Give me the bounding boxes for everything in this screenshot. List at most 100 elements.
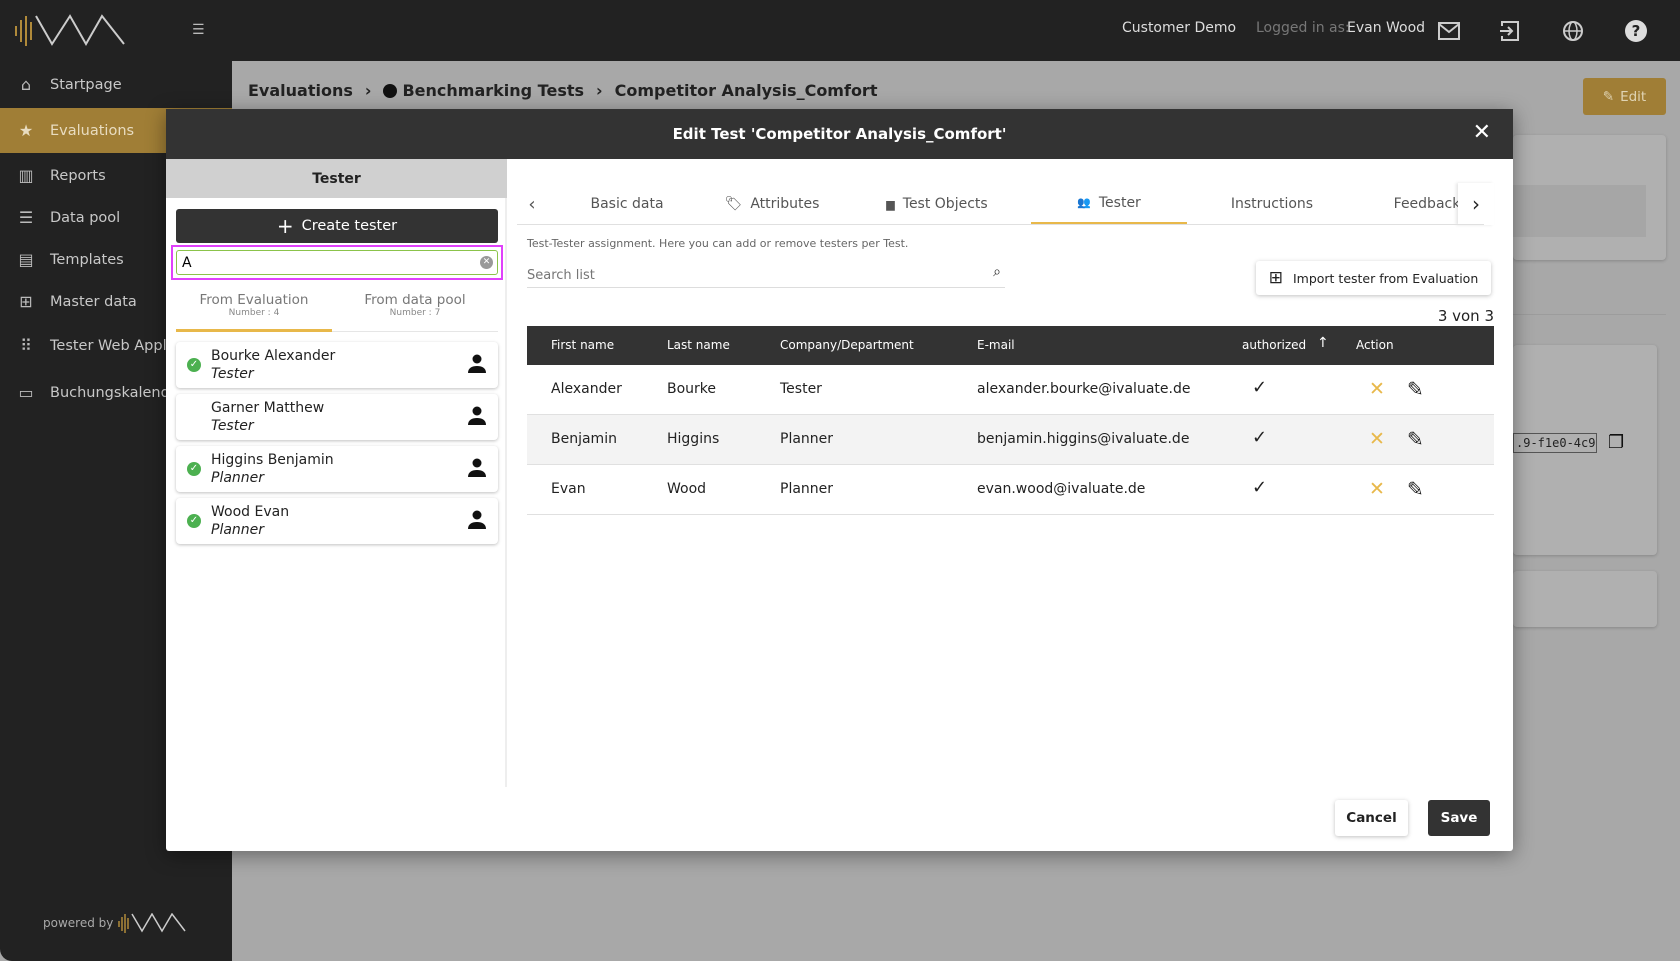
check-circle-icon: ✓ — [187, 358, 201, 372]
breadcrumb-evaluations[interactable]: Evaluations — [248, 81, 353, 100]
remove-icon[interactable]: ✕ — [1369, 428, 1385, 450]
sidebar-item-label: Templates — [50, 252, 124, 268]
logout-icon[interactable] — [1500, 20, 1520, 42]
cancel-button[interactable]: Cancel — [1335, 800, 1408, 836]
car-icon: ▆ — [886, 197, 895, 211]
id-field[interactable]: .9-f1e0-4c94· — [1513, 433, 1597, 453]
tester-card[interactable]: ✓ Bourke Alexander Tester — [176, 342, 498, 388]
check-circle-icon: ✓ — [187, 514, 201, 528]
authorized-check-icon: ✓ — [1252, 477, 1268, 498]
powered-by: powered by — [43, 913, 187, 933]
tabs-next-icon[interactable]: › — [1458, 183, 1494, 225]
pencil-icon[interactable]: ✎ — [1407, 377, 1424, 401]
chevron-right-icon: › — [364, 81, 372, 100]
background-card: .9-f1e0-4c94· ❐ — [1513, 345, 1657, 555]
home-icon: ⌂ — [20, 75, 32, 94]
result-count: 3 von 3 — [1437, 307, 1494, 325]
tester-role: Tester — [211, 418, 254, 434]
tester-panel: Tester +Create tester ✕ From EvaluationN… — [166, 159, 507, 787]
status-dot-icon — [383, 83, 398, 98]
table-cell: Planner — [780, 431, 834, 447]
tab-attributes[interactable]: 🏷 Attributes — [697, 183, 847, 225]
breadcrumb-benchmarking[interactable]: Benchmarking Tests — [383, 81, 584, 100]
tab-basic-data[interactable]: Basic data — [557, 183, 697, 225]
pencil-icon[interactable]: ✎ — [1407, 427, 1424, 451]
tester-panel-header: Tester — [166, 159, 507, 198]
save-button[interactable]: Save — [1428, 800, 1490, 836]
tester-role: Planner — [211, 470, 265, 486]
tab-label: From Evaluation — [199, 292, 309, 308]
table-cell: alexander.bourke@ivaluate.de — [977, 381, 1191, 397]
table-header: First name Last name Company/Department … — [527, 326, 1494, 365]
search-list-input[interactable] — [527, 264, 967, 286]
create-tester-button[interactable]: + Create tester — [176, 209, 498, 243]
tab-label: Test Objects — [902, 196, 988, 212]
sidebar-item-label: Evaluations — [50, 122, 135, 139]
tester-name: Bourke Alexander — [211, 348, 336, 364]
star-icon: ★ — [18, 120, 34, 140]
sidebar-item-label: Reports — [50, 168, 106, 184]
pencil-icon: ✎ — [1602, 88, 1615, 105]
close-icon[interactable]: ✕ — [1473, 120, 1491, 145]
person-icon[interactable] — [468, 510, 486, 530]
mail-icon[interactable] — [1438, 22, 1460, 40]
sort-ascending-icon[interactable]: ↑ — [1317, 335, 1329, 351]
tabs-prev-icon[interactable]: ‹ — [517, 183, 547, 225]
col-action: Action — [1356, 338, 1394, 352]
col-company[interactable]: Company/Department — [780, 338, 914, 352]
col-first-name[interactable]: First name — [551, 338, 614, 352]
tab-count: Number : 7 — [389, 308, 441, 318]
edit-label: Edit — [1620, 88, 1647, 105]
help-icon[interactable]: ? — [1625, 20, 1647, 42]
search-icon[interactable]: ⌕ — [993, 264, 1001, 280]
copy-icon[interactable]: ❐ — [1608, 432, 1624, 453]
import-tester-button[interactable]: ⊞ Import tester from Evaluation — [1256, 261, 1491, 295]
tester-search-input[interactable] — [176, 250, 498, 275]
tester-role: Tester — [211, 366, 254, 382]
tester-card[interactable]: ✓ Wood Evan Planner — [176, 498, 498, 544]
search-focus-outline: ✕ — [171, 245, 503, 280]
collapse-menu-icon[interactable]: ☰ — [192, 22, 210, 38]
col-last-name[interactable]: Last name — [667, 338, 730, 352]
edit-button[interactable]: ✎ Edit — [1583, 78, 1666, 115]
remove-icon[interactable]: ✕ — [1369, 378, 1385, 400]
sidebar-item-startpage[interactable]: ⌂ Startpage — [0, 64, 232, 106]
sidebar-item-label: Buchungskalender — [50, 385, 185, 401]
col-authorized[interactable]: authorized — [1242, 338, 1306, 352]
search-list-field[interactable]: ⌕ — [527, 262, 1005, 288]
person-icon[interactable] — [468, 458, 486, 478]
sidebar-item-label: Startpage — [50, 77, 122, 93]
pencil-icon[interactable]: ✎ — [1407, 477, 1424, 501]
tab-from-data-pool[interactable]: From data pool Number : 7 — [332, 292, 498, 332]
hierarchy-icon: ⊞ — [19, 292, 33, 311]
breadcrumb-label: Benchmarking Tests — [402, 81, 585, 100]
background-card — [1513, 135, 1666, 260]
tab-from-evaluation[interactable]: From Evaluation Number : 4 — [176, 292, 332, 332]
person-icon[interactable] — [468, 406, 486, 426]
tab-count: Number : 4 — [228, 308, 280, 318]
remove-icon[interactable]: ✕ — [1369, 478, 1385, 500]
clear-search-icon[interactable]: ✕ — [480, 256, 493, 269]
person-icon[interactable] — [468, 354, 486, 374]
table-cell: Alexander — [551, 381, 622, 397]
library-add-icon: ⊞ — [1268, 268, 1283, 288]
authorized-check-icon: ✓ — [1252, 427, 1268, 448]
tester-card[interactable]: Garner Matthew Tester — [176, 394, 498, 440]
powered-by-label: powered by — [43, 916, 114, 930]
plus-icon: + — [276, 214, 294, 238]
table-cell: Evan — [551, 481, 586, 497]
tab-instructions[interactable]: Instructions — [1187, 183, 1357, 225]
dialog-header: Edit Test 'Competitor Analysis_Comfort' … — [166, 109, 1513, 159]
table-cell: Planner — [780, 481, 834, 497]
check-circle-icon: ✓ — [187, 462, 201, 476]
tab-label: From data pool — [364, 292, 466, 308]
col-email[interactable]: E-mail — [977, 338, 1015, 352]
people-icon: 👥 — [1077, 196, 1091, 209]
tester-card[interactable]: ✓ Higgins Benjamin Planner — [176, 446, 498, 492]
table-cell: Tester — [780, 381, 822, 397]
tab-test-objects[interactable]: ▆ Test Objects — [847, 183, 1027, 225]
breadcrumb-current: Competitor Analysis_Comfort — [614, 81, 878, 100]
tab-tester[interactable]: 👥 Tester — [1031, 183, 1187, 225]
language-globe-icon[interactable] — [1562, 20, 1584, 42]
customer-name[interactable]: Customer Demo — [1122, 20, 1236, 36]
